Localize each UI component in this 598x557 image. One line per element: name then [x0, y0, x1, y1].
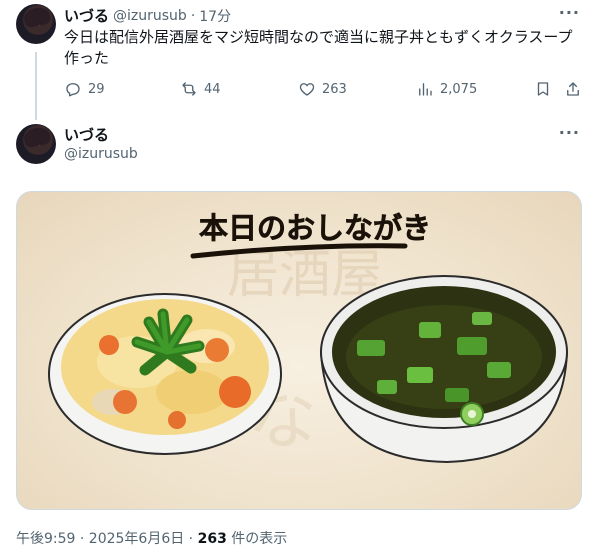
- retweet-icon: [182, 82, 196, 96]
- reply-button[interactable]: 29: [64, 80, 105, 98]
- handle[interactable]: @izurusub: [113, 8, 187, 24]
- views-icon: [419, 83, 432, 96]
- thread-connector-line: [35, 52, 37, 120]
- share-icon: [567, 82, 579, 96]
- bookmark-button[interactable]: [534, 80, 552, 98]
- display-name[interactable]: いづる: [64, 5, 109, 26]
- tweet-footer: 午後9:59 · 2025年6月6日 · 263 件の表示: [16, 528, 287, 548]
- more-icon[interactable]: ···: [559, 123, 580, 142]
- view-count-bold: 263: [197, 531, 227, 547]
- avatar[interactable]: [16, 124, 56, 164]
- reply-count: 29: [88, 81, 105, 97]
- tweet-text: 今日は配信外居酒屋をマジ短時間なので適当に親子丼ともずくオクラスープ作った: [64, 28, 573, 67]
- reply-icon: [66, 83, 80, 97]
- share-button[interactable]: [564, 80, 582, 98]
- like-button[interactable]: 263: [298, 80, 347, 98]
- tweet-image[interactable]: 居酒屋 な 本日のおしながき: [16, 191, 582, 510]
- avatar[interactable]: [16, 4, 56, 44]
- handle[interactable]: @izurusub: [64, 146, 138, 162]
- soup-bowl: [319, 275, 569, 464]
- views-suffix: 件の表示: [226, 531, 288, 547]
- views-button[interactable]: 2,075: [416, 80, 477, 98]
- more-icon[interactable]: ···: [559, 3, 580, 22]
- tweet-header: いづる @izurusub · 17分: [64, 5, 231, 26]
- retweet-count: 44: [204, 81, 221, 97]
- like-count: 263: [322, 81, 347, 97]
- tweet-time[interactable]: 17分: [199, 6, 231, 26]
- like-icon: [299, 83, 315, 96]
- retweet-button[interactable]: 44: [180, 80, 221, 98]
- display-name[interactable]: いづる: [64, 124, 109, 145]
- tweet-actions: 29 44 263 2,075: [64, 80, 584, 102]
- oyakodon-bowl: [48, 293, 282, 455]
- view-count: 2,075: [440, 81, 478, 97]
- bookmark-icon: [537, 82, 549, 96]
- tweet-timestamp[interactable]: 午後9:59 · 2025年6月6日 ·: [16, 531, 198, 547]
- food-illustration: 居酒屋 な 本日のおしながき: [48, 211, 569, 464]
- menu-sign-text: 本日のおしながき: [199, 211, 431, 245]
- separator: ·: [190, 7, 196, 24]
